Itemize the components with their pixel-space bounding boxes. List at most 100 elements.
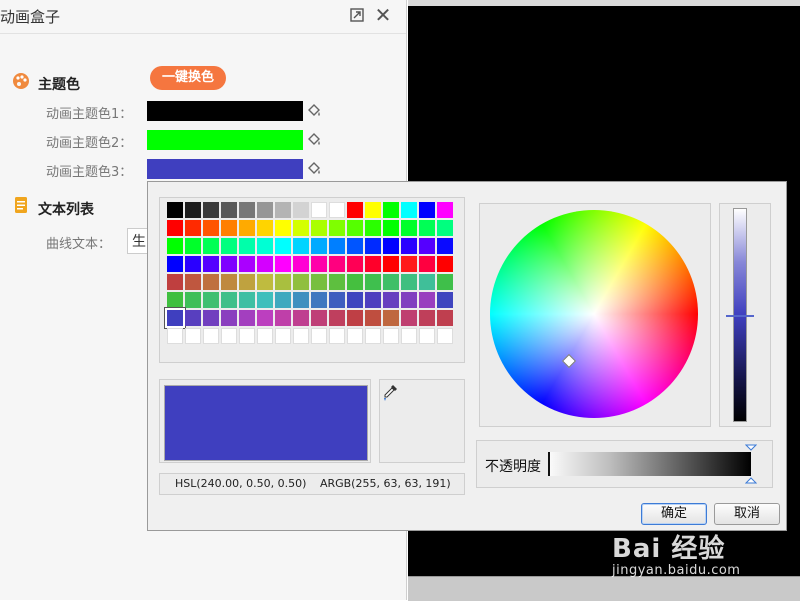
palette-swatch[interactable] [275, 310, 291, 326]
luminance-slider-handle[interactable] [726, 315, 754, 317]
palette-swatch[interactable] [203, 256, 219, 272]
opacity-slider[interactable] [548, 452, 751, 476]
palette-swatch[interactable] [419, 274, 435, 290]
theme-color-2-swatch[interactable] [147, 130, 303, 150]
palette-swatch[interactable] [437, 202, 453, 218]
palette-swatch[interactable] [329, 274, 345, 290]
palette-swatch[interactable] [239, 202, 255, 218]
palette-swatch[interactable] [167, 292, 183, 308]
restore-icon[interactable] [350, 8, 364, 22]
palette-swatch[interactable] [311, 238, 327, 254]
palette-swatch[interactable] [419, 238, 435, 254]
palette-swatch[interactable] [203, 328, 219, 344]
cancel-button[interactable]: 取消 [714, 503, 780, 525]
palette-swatch[interactable] [365, 238, 381, 254]
palette-swatch[interactable] [239, 220, 255, 236]
palette-swatch[interactable] [383, 274, 399, 290]
palette-swatch[interactable] [365, 256, 381, 272]
palette-swatch[interactable] [419, 220, 435, 236]
palette-swatch[interactable] [221, 238, 237, 254]
palette-swatch[interactable] [275, 328, 291, 344]
palette-swatch[interactable] [401, 328, 417, 344]
palette-swatch[interactable] [221, 220, 237, 236]
palette-swatch[interactable] [365, 274, 381, 290]
palette-swatch[interactable] [257, 328, 273, 344]
palette-swatch[interactable] [203, 220, 219, 236]
palette-swatch[interactable] [383, 220, 399, 236]
palette-swatch[interactable] [275, 274, 291, 290]
palette-swatch[interactable] [401, 310, 417, 326]
palette-swatch[interactable] [419, 292, 435, 308]
palette-swatch[interactable] [347, 220, 363, 236]
theme-color-3-swatch[interactable] [147, 159, 303, 179]
palette-swatch[interactable] [365, 310, 381, 326]
palette-swatch[interactable] [329, 292, 345, 308]
palette-swatch[interactable] [257, 310, 273, 326]
palette-swatch[interactable] [347, 292, 363, 308]
palette-swatch[interactable] [239, 328, 255, 344]
palette-swatch[interactable] [257, 202, 273, 218]
palette-swatch[interactable] [167, 256, 183, 272]
palette-swatch[interactable] [383, 292, 399, 308]
ok-button[interactable]: 确定 [641, 503, 707, 525]
palette-swatch[interactable] [437, 328, 453, 344]
palette-swatch[interactable] [221, 328, 237, 344]
palette-swatch[interactable] [293, 202, 309, 218]
palette-swatch[interactable] [221, 202, 237, 218]
palette-swatch[interactable] [419, 256, 435, 272]
palette-swatch[interactable] [311, 220, 327, 236]
palette-swatch[interactable] [401, 202, 417, 218]
palette-swatch[interactable] [185, 220, 201, 236]
palette-swatch[interactable] [293, 274, 309, 290]
palette-swatch[interactable] [275, 220, 291, 236]
palette-swatch[interactable] [311, 328, 327, 344]
palette-swatch[interactable] [365, 220, 381, 236]
palette-swatch[interactable] [311, 202, 327, 218]
palette-swatch[interactable] [365, 202, 381, 218]
palette-swatch[interactable] [329, 328, 345, 344]
palette-swatch[interactable] [329, 220, 345, 236]
palette-swatch[interactable] [401, 274, 417, 290]
palette-swatch[interactable] [293, 220, 309, 236]
palette-swatch[interactable] [401, 292, 417, 308]
palette-swatch[interactable] [221, 292, 237, 308]
palette-swatch[interactable] [401, 256, 417, 272]
palette-swatch[interactable] [239, 310, 255, 326]
palette-swatch[interactable] [437, 310, 453, 326]
palette-swatch[interactable] [347, 202, 363, 218]
palette-swatch[interactable] [329, 310, 345, 326]
palette-swatch[interactable] [329, 238, 345, 254]
palette-swatch[interactable] [275, 292, 291, 308]
palette-swatch[interactable] [365, 292, 381, 308]
theme-color-1-swatch[interactable] [147, 101, 303, 121]
palette-swatch[interactable] [221, 310, 237, 326]
palette-swatch[interactable] [437, 274, 453, 290]
color-wheel[interactable] [490, 210, 698, 418]
palette-swatch[interactable] [419, 202, 435, 218]
palette-swatch[interactable] [401, 220, 417, 236]
palette-swatch[interactable] [383, 310, 399, 326]
palette-swatch[interactable] [185, 238, 201, 254]
palette-swatch[interactable] [257, 274, 273, 290]
palette-swatch[interactable] [221, 274, 237, 290]
palette-swatch[interactable] [167, 220, 183, 236]
curve-text-input[interactable]: 生 [127, 228, 148, 254]
palette-swatch[interactable] [257, 292, 273, 308]
palette-swatch[interactable] [257, 220, 273, 236]
palette-swatch[interactable] [419, 310, 435, 326]
opacity-slider-handle[interactable] [745, 444, 757, 484]
palette-swatch[interactable] [311, 274, 327, 290]
palette-swatch[interactable] [293, 328, 309, 344]
palette-swatch[interactable] [383, 256, 399, 272]
palette-swatch[interactable] [185, 274, 201, 290]
palette-swatch[interactable] [185, 310, 201, 326]
palette-swatch[interactable] [185, 202, 201, 218]
palette-swatch[interactable] [185, 328, 201, 344]
palette-swatch[interactable] [185, 292, 201, 308]
palette-swatch[interactable] [275, 238, 291, 254]
palette-swatch[interactable] [437, 238, 453, 254]
palette-swatch[interactable] [185, 256, 201, 272]
palette-swatch[interactable] [203, 292, 219, 308]
palette-swatch[interactable] [275, 256, 291, 272]
paint-bucket-icon[interactable] [306, 103, 322, 119]
